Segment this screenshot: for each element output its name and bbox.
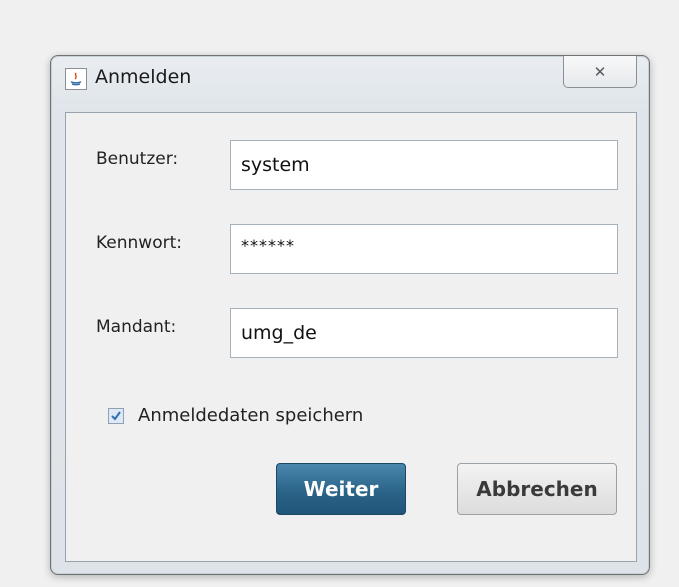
user-field[interactable]: system <box>230 140 618 190</box>
checkmark-icon <box>111 410 121 421</box>
remember-checkbox[interactable] <box>108 407 124 424</box>
close-icon: ✕ <box>593 62 607 81</box>
window-title: Anmelden <box>95 66 192 88</box>
password-field[interactable]: ****** <box>230 224 618 274</box>
client-field[interactable]: umg_de <box>230 308 618 358</box>
cancel-button[interactable]: Abbrechen <box>457 463 617 515</box>
continue-button[interactable]: Weiter <box>276 463 406 515</box>
login-dialog: Anmelden ✕ Benutzer: system Kennwort: **… <box>50 55 650 575</box>
java-app-icon <box>65 68 87 90</box>
remember-label[interactable]: Anmeldedaten speichern <box>138 405 363 426</box>
title-bar[interactable]: Anmelden ✕ <box>51 56 649 112</box>
dialog-content: Benutzer: system Kennwort: ****** Mandan… <box>65 112 637 562</box>
client-label: Mandant: <box>96 317 177 337</box>
password-label: Kennwort: <box>96 233 182 253</box>
close-button[interactable]: ✕ <box>563 56 637 88</box>
user-label: Benutzer: <box>96 149 179 169</box>
remember-row: Anmeldedaten speichern <box>108 405 363 426</box>
